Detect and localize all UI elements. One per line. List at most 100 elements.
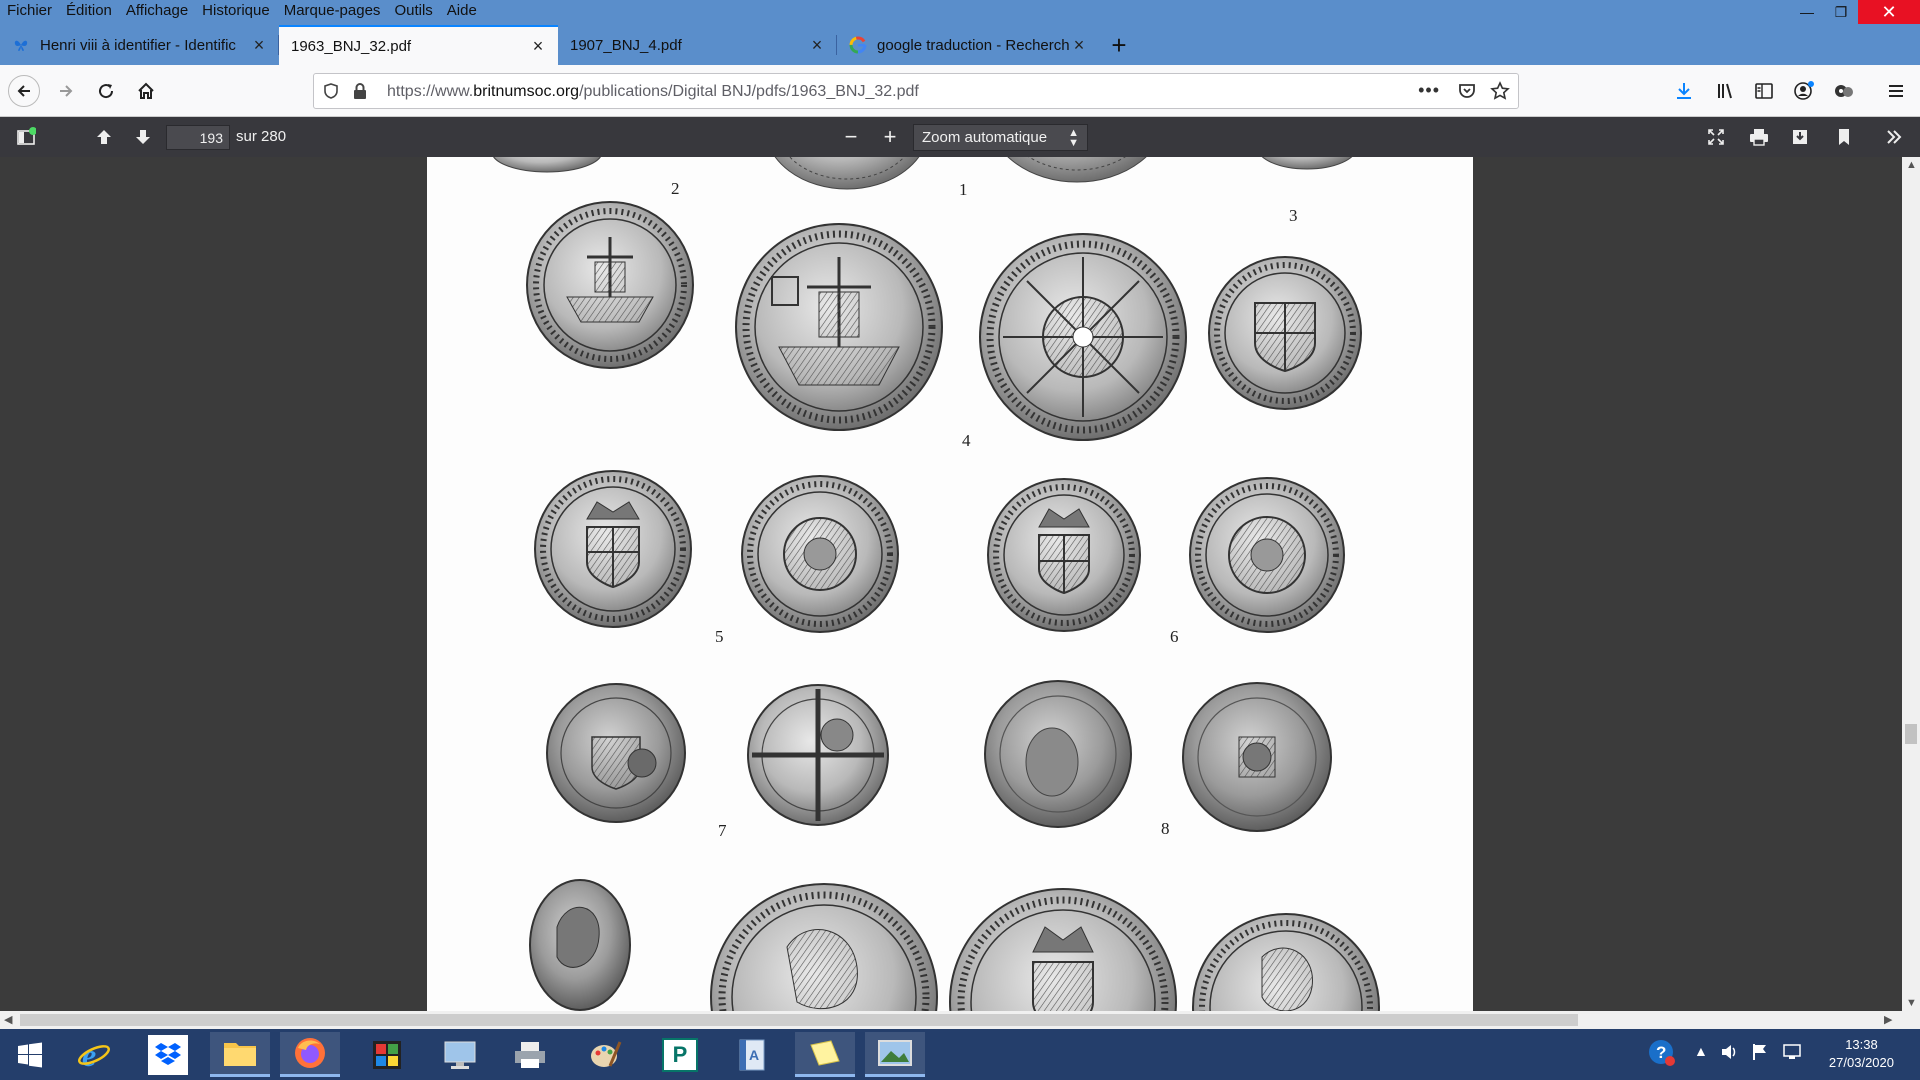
hamburger-menu-icon	[1889, 85, 1903, 97]
bookmark-star-icon[interactable]	[1490, 81, 1510, 105]
page-actions-icon[interactable]: •••	[1418, 80, 1440, 101]
publisher-button[interactable]: P	[650, 1032, 710, 1077]
address-book-icon: A	[739, 1039, 765, 1070]
coin-row-4	[529, 879, 1380, 1011]
scrollbar-thumb[interactable]	[1905, 724, 1917, 744]
reload-button[interactable]	[90, 75, 122, 107]
downloads-button[interactable]	[1668, 75, 1700, 107]
scrollbar-thumb[interactable]	[20, 1014, 1578, 1026]
clock-time: 13:38	[1845, 1037, 1878, 1052]
extension-button[interactable]	[1828, 75, 1860, 107]
close-tab-icon[interactable]: ×	[1069, 35, 1089, 55]
coin-plate-image	[493, 157, 1380, 1011]
library-button[interactable]	[1710, 75, 1742, 107]
sidebar-toggle-icon	[17, 127, 36, 145]
forward-button[interactable]	[50, 75, 82, 107]
zoom-out-button[interactable]: −	[837, 123, 865, 151]
restore-button[interactable]: ❐	[1824, 0, 1858, 24]
back-button[interactable]	[8, 75, 40, 107]
file-explorer-button[interactable]	[210, 1032, 270, 1077]
help-icon[interactable]: ?	[1648, 1039, 1676, 1070]
horizontal-scrollbar[interactable]: ◀ ▶	[0, 1011, 1920, 1029]
palette-brush-icon	[591, 1040, 622, 1067]
vertical-scrollbar[interactable]: ▲ ▼	[1902, 157, 1920, 1011]
next-page-button[interactable]	[129, 123, 157, 151]
menu-aide[interactable]: Aide	[440, 0, 484, 24]
print-button[interactable]	[1745, 123, 1773, 151]
pocket-icon[interactable]	[1458, 82, 1476, 104]
presentation-mode-button[interactable]	[1702, 123, 1730, 151]
home-button[interactable]	[130, 75, 162, 107]
minimize-button[interactable]: —	[1790, 0, 1824, 24]
menu-marque-pages[interactable]: Marque-pages	[277, 0, 388, 24]
firefox-button[interactable]	[280, 1032, 340, 1077]
scroll-left-icon[interactable]: ◀	[4, 1013, 12, 1026]
zoom-in-button[interactable]: +	[876, 123, 904, 151]
plate-label-2: 2	[671, 179, 680, 198]
coin-row-2	[534, 470, 1345, 633]
new-tab-button[interactable]: +	[1099, 25, 1139, 65]
double-chevron-icon	[1887, 130, 1902, 144]
clock-date: 27/03/2020	[1828, 1055, 1894, 1070]
account-button[interactable]	[1788, 75, 1820, 107]
tab-1907-bnj[interactable]: 1907_BNJ_4.pdf ×	[558, 25, 837, 65]
scroll-right-icon[interactable]: ▶	[1884, 1013, 1892, 1026]
tab-1963-bnj[interactable]: 1963_BNJ_32.pdf ×	[279, 25, 558, 65]
zoom-value: Zoom automatique	[922, 129, 1048, 146]
page-count-label: sur 280	[236, 128, 287, 145]
close-tab-icon[interactable]: ×	[249, 35, 269, 55]
paint-app-button[interactable]	[357, 1032, 417, 1077]
tools-button[interactable]	[1880, 123, 1908, 151]
start-button[interactable]	[0, 1032, 60, 1077]
close-tab-icon[interactable]: ×	[528, 36, 548, 56]
close-tab-icon[interactable]: ×	[807, 35, 827, 55]
url-bar[interactable]: https://www.britnumsoc.org/publications/…	[313, 73, 1519, 109]
internet-explorer-button[interactable]: e	[64, 1032, 124, 1077]
tab-google-traduction[interactable]: google traduction - Recherche ×	[837, 25, 1099, 65]
plate-label-4: 4	[962, 431, 971, 450]
action-center-flag-icon[interactable]	[1752, 1043, 1768, 1064]
menu-affichage[interactable]: Affichage	[119, 0, 195, 24]
color-palette-icon	[373, 1040, 401, 1069]
forward-arrow-icon	[60, 85, 73, 97]
taskbar-clock[interactable]: 13:38 27/03/2020	[1829, 1036, 1894, 1072]
paint-brush-button[interactable]	[575, 1032, 635, 1077]
google-icon	[849, 36, 867, 54]
scroll-down-icon[interactable]: ▼	[1906, 997, 1917, 1009]
menu-historique[interactable]: Historique	[195, 0, 277, 24]
plate-label-7: 7	[718, 821, 727, 840]
lock-icon[interactable]	[352, 82, 368, 104]
pdf-viewer[interactable]: 2 1 3 4 5 6 7 8	[0, 157, 1920, 1011]
previous-page-button[interactable]	[90, 123, 118, 151]
address-book-button[interactable]: A	[722, 1032, 782, 1077]
control-panel-button[interactable]	[430, 1032, 490, 1077]
toggle-sidebar-button[interactable]	[12, 123, 40, 151]
sidebar-button[interactable]	[1748, 75, 1780, 107]
show-hidden-icons[interactable]: ▲	[1694, 1043, 1708, 1059]
menu-outils[interactable]: Outils	[387, 0, 439, 24]
photo-viewer-button[interactable]	[865, 1032, 925, 1077]
plate-label-8: 8	[1161, 819, 1170, 838]
printer-app-button[interactable]	[500, 1032, 560, 1077]
close-window-button[interactable]: ✕	[1858, 0, 1920, 24]
zoom-select[interactable]: Zoom automatique ▲ ▼	[913, 124, 1088, 151]
menu-fichier[interactable]: Fichier	[0, 0, 59, 24]
save-button[interactable]	[1786, 123, 1814, 151]
dropbox-button[interactable]	[138, 1032, 198, 1077]
scroll-up-icon[interactable]: ▲	[1906, 159, 1917, 171]
tab-label: 1907_BNJ_4.pdf	[570, 36, 682, 54]
plate-label-5: 5	[715, 627, 724, 646]
shield-icon[interactable]	[322, 82, 340, 104]
speaker-icon[interactable]	[1720, 1043, 1738, 1064]
windows-logo-icon	[18, 1042, 42, 1067]
menu-button[interactable]	[1880, 75, 1912, 107]
bookmark-button[interactable]	[1830, 123, 1858, 151]
tab-henri-viii[interactable]: Henri viii à identifier - Identific ×	[0, 25, 279, 65]
url-prefix: https://www.	[387, 83, 474, 100]
extension-icon	[1835, 85, 1853, 97]
tab-strip: Henri viii à identifier - Identific × 19…	[0, 25, 1139, 65]
notes-button[interactable]	[795, 1032, 855, 1077]
network-icon[interactable]	[1782, 1043, 1802, 1064]
menu-edition[interactable]: Édition	[59, 0, 119, 24]
page-number-input[interactable]	[166, 125, 230, 150]
